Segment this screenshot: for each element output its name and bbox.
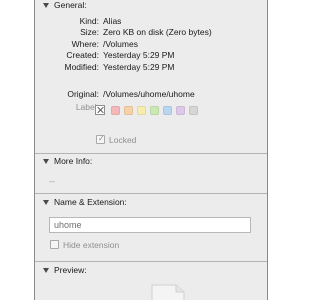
label-swatch-red[interactable] <box>111 105 120 115</box>
name-field[interactable] <box>49 217 251 233</box>
row-value: /Volumes <box>103 39 138 49</box>
row-label: Created: <box>66 50 99 60</box>
section-header-name-extension[interactable]: Name & Extension: <box>35 195 267 209</box>
row-kind: Kind: Alias <box>35 16 267 27</box>
hide-extension-checkbox[interactable] <box>50 240 59 249</box>
preview-document-icon <box>150 281 186 300</box>
label-color-picker <box>95 104 202 116</box>
no-label-x-icon[interactable] <box>95 105 105 115</box>
label-swatch-orange[interactable] <box>124 105 133 115</box>
section-divider <box>35 193 267 194</box>
section-title-more-info: More Info: <box>54 156 93 166</box>
section-header-general[interactable]: General: <box>35 0 267 12</box>
hide-extension-label: Hide extension <box>63 240 120 250</box>
label-swatch-green[interactable] <box>150 105 159 115</box>
info-window: General: Kind: Alias Size: Zero KB on di… <box>34 0 268 300</box>
row-where: Where: /Volumes <box>35 39 267 50</box>
row-value: Yesterday 5:29 PM <box>103 62 175 72</box>
label-swatch-purple[interactable] <box>176 105 185 115</box>
row-created: Created: Yesterday 5:29 PM <box>35 50 267 61</box>
label-swatch-gray[interactable] <box>189 105 198 115</box>
row-size: Size: Zero KB on disk (Zero bytes) <box>35 27 267 38</box>
section-divider <box>35 261 267 262</box>
row-label: Where: <box>71 39 99 49</box>
row-label: Modified: <box>64 62 100 72</box>
section-header-more-info[interactable]: More Info: <box>35 154 267 168</box>
checkmark-icon: ✓ <box>98 134 105 143</box>
row-value: Alias <box>103 16 122 26</box>
label-swatch-yellow[interactable] <box>137 105 146 115</box>
row-label: Original: <box>67 89 99 99</box>
section-title-preview: Preview: <box>54 265 87 275</box>
disclosure-triangle-icon[interactable] <box>43 199 49 205</box>
disclosure-triangle-icon[interactable] <box>43 267 49 273</box>
disclosure-triangle-icon[interactable] <box>43 2 49 8</box>
locked-checkbox[interactable]: ✓ <box>96 134 105 144</box>
more-info-content: -- <box>49 176 55 186</box>
row-label: Size: <box>80 27 99 37</box>
section-header-preview[interactable]: Preview: <box>35 263 267 277</box>
row-value: Zero KB on disk (Zero bytes) <box>103 27 212 37</box>
section-title-name-extension: Name & Extension: <box>54 197 127 207</box>
original-path: /Volumes/uhome/uhome <box>103 89 195 99</box>
row-label: Kind: <box>79 16 99 26</box>
row-modified: Modified: Yesterday 5:29 PM <box>35 62 267 73</box>
row-original: Original: /Volumes/uhome/uhome <box>35 89 267 100</box>
row-value: Yesterday 5:29 PM <box>103 50 175 60</box>
locked-label: Locked <box>109 135 137 145</box>
disclosure-triangle-icon[interactable] <box>43 158 49 164</box>
section-title-general: General: <box>54 0 87 10</box>
label-swatch-blue[interactable] <box>163 105 172 115</box>
